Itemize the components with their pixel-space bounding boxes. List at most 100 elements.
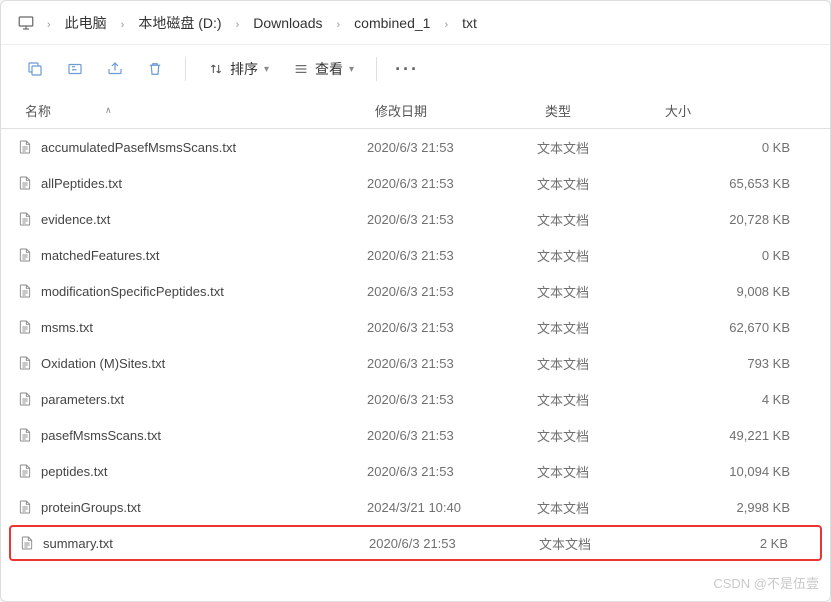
breadcrumb-bar: ›此电脑›本地磁盘 (D:)›Downloads›combined_1›txt bbox=[1, 1, 830, 45]
file-name: evidence.txt bbox=[41, 212, 110, 227]
file-size: 10,094 KB bbox=[657, 464, 814, 479]
file-row[interactable]: proteinGroups.txt 2024/3/21 10:40文本文档2,99… bbox=[9, 489, 822, 525]
file-size: 2 KB bbox=[659, 536, 812, 551]
file-name: Oxidation (M)Sites.txt bbox=[41, 356, 165, 371]
file-date: 2024/3/21 10:40 bbox=[367, 500, 537, 515]
text-file-icon bbox=[17, 211, 33, 227]
breadcrumb-item[interactable]: combined_1 bbox=[348, 11, 436, 35]
file-date: 2020/6/3 21:53 bbox=[367, 176, 537, 191]
watermark: CSDN @不是伍壹 bbox=[713, 573, 819, 592]
file-row[interactable]: modificationSpecificPeptides.txt 2020/6/3… bbox=[9, 273, 822, 309]
file-date: 2020/6/3 21:53 bbox=[367, 464, 537, 479]
file-list: accumulatedPasefMsmsScans.txt 2020/6/3 21… bbox=[1, 129, 830, 601]
file-name: allPeptides.txt bbox=[41, 176, 122, 191]
file-row[interactable]: accumulatedPasefMsmsScans.txt 2020/6/3 21… bbox=[9, 129, 822, 165]
file-row[interactable]: allPeptides.txt 2020/6/3 21:53文本文档65,653 … bbox=[9, 165, 822, 201]
breadcrumb-item[interactable]: txt bbox=[456, 11, 483, 35]
file-size: 65,653 KB bbox=[657, 176, 814, 191]
text-file-icon bbox=[17, 355, 33, 371]
file-type: 文本文档 bbox=[537, 462, 657, 481]
file-type: 文本文档 bbox=[539, 534, 659, 553]
file-size: 62,670 KB bbox=[657, 320, 814, 335]
file-type: 文本文档 bbox=[537, 498, 657, 517]
file-type: 文本文档 bbox=[537, 426, 657, 445]
text-file-icon bbox=[17, 391, 33, 407]
file-row[interactable]: parameters.txt 2020/6/3 21:53文本文档4 KB bbox=[9, 381, 822, 417]
toolbar-divider bbox=[185, 57, 186, 81]
file-size: 20,728 KB bbox=[657, 212, 814, 227]
file-type: 文本文档 bbox=[537, 210, 657, 229]
file-size: 0 KB bbox=[657, 248, 814, 263]
file-date: 2020/6/3 21:53 bbox=[367, 284, 537, 299]
file-date: 2020/6/3 21:53 bbox=[367, 392, 537, 407]
file-date: 2020/6/3 21:53 bbox=[367, 140, 537, 155]
chevron-right-icon: › bbox=[113, 19, 133, 31]
chevron-down-icon: ▾ bbox=[264, 64, 269, 75]
file-name: accumulatedPasefMsmsScans.txt bbox=[41, 140, 236, 155]
more-button[interactable]: ··· bbox=[389, 51, 425, 87]
sort-label: 排序 bbox=[230, 59, 258, 79]
file-type: 文本文档 bbox=[537, 174, 657, 193]
file-type: 文本文档 bbox=[537, 138, 657, 157]
file-size: 4 KB bbox=[657, 392, 814, 407]
file-size: 0 KB bbox=[657, 140, 814, 155]
file-row[interactable]: msms.txt 2020/6/3 21:53文本文档62,670 KB bbox=[9, 309, 822, 345]
file-size: 2,998 KB bbox=[657, 500, 814, 515]
toolbar: 排序 ▾ 查看 ▾ ··· bbox=[1, 45, 830, 93]
text-file-icon bbox=[17, 175, 33, 191]
toolbar-divider bbox=[376, 57, 377, 81]
breadcrumb-item[interactable]: 本地磁盘 (D:) bbox=[132, 11, 227, 35]
view-icon bbox=[293, 61, 309, 77]
breadcrumb-item[interactable]: Downloads bbox=[247, 11, 328, 35]
column-header-size[interactable]: 大小 bbox=[657, 101, 814, 120]
view-label: 查看 bbox=[315, 59, 343, 79]
file-name: parameters.txt bbox=[41, 392, 124, 407]
file-row[interactable]: summary.txt 2020/6/3 21:53文本文档2 KB bbox=[9, 525, 822, 561]
file-name: pasefMsmsScans.txt bbox=[41, 428, 161, 443]
file-row[interactable]: Oxidation (M)Sites.txt2020/6/3 21:53文本文档… bbox=[9, 345, 822, 381]
file-size: 49,221 KB bbox=[657, 428, 814, 443]
file-name: proteinGroups.txt bbox=[41, 500, 141, 515]
text-file-icon bbox=[17, 427, 33, 443]
text-file-icon bbox=[17, 499, 33, 515]
file-type: 文本文档 bbox=[537, 318, 657, 337]
file-date: 2020/6/3 21:53 bbox=[367, 356, 537, 371]
file-row[interactable]: matchedFeatures.txt 2020/6/3 21:53文本文档0 K… bbox=[9, 237, 822, 273]
file-row[interactable]: peptides.txt 2020/6/3 21:53文本文档10,094 KB bbox=[9, 453, 822, 489]
rename-button[interactable] bbox=[57, 51, 93, 87]
copy-button[interactable] bbox=[17, 51, 53, 87]
file-name: msms.txt bbox=[41, 320, 93, 335]
file-size: 9,008 KB bbox=[657, 284, 814, 299]
file-type: 文本文档 bbox=[537, 390, 657, 409]
text-file-icon bbox=[17, 463, 33, 479]
file-date: 2020/6/3 21:53 bbox=[367, 212, 537, 227]
column-header-type[interactable]: 类型 bbox=[537, 101, 657, 120]
file-name: modificationSpecificPeptides.txt bbox=[41, 284, 224, 299]
delete-button[interactable] bbox=[137, 51, 173, 87]
file-row[interactable]: evidence.txt 2020/6/3 21:53文本文档20,728 KB bbox=[9, 201, 822, 237]
chevron-down-icon: ▾ bbox=[349, 64, 354, 75]
file-name: matchedFeatures.txt bbox=[41, 248, 160, 263]
file-name: peptides.txt bbox=[41, 464, 108, 479]
file-name: summary.txt bbox=[43, 536, 113, 551]
sort-button[interactable]: 排序 ▾ bbox=[198, 53, 279, 85]
file-date: 2020/6/3 21:53 bbox=[367, 248, 537, 263]
file-date: 2020/6/3 21:53 bbox=[367, 320, 537, 335]
text-file-icon bbox=[17, 247, 33, 263]
share-button[interactable] bbox=[97, 51, 133, 87]
view-button[interactable]: 查看 ▾ bbox=[283, 53, 364, 85]
text-file-icon bbox=[17, 139, 33, 155]
file-type: 文本文档 bbox=[537, 246, 657, 265]
text-file-icon bbox=[19, 535, 35, 551]
file-date: 2020/6/3 21:53 bbox=[369, 536, 539, 551]
breadcrumb-item[interactable]: 此电脑 bbox=[59, 11, 113, 35]
chevron-right-icon: › bbox=[436, 19, 456, 31]
chevron-right-icon: › bbox=[39, 19, 59, 31]
file-row[interactable]: pasefMsmsScans.txt 2020/6/3 21:53文本文档49,2… bbox=[9, 417, 822, 453]
file-size: 793 KB bbox=[657, 356, 814, 371]
column-header-date[interactable]: 修改日期 bbox=[367, 101, 537, 120]
chevron-right-icon: › bbox=[228, 19, 248, 31]
text-file-icon bbox=[17, 319, 33, 335]
column-header-name[interactable]: 名称 ∧ bbox=[17, 101, 367, 120]
file-date: 2020/6/3 21:53 bbox=[367, 428, 537, 443]
